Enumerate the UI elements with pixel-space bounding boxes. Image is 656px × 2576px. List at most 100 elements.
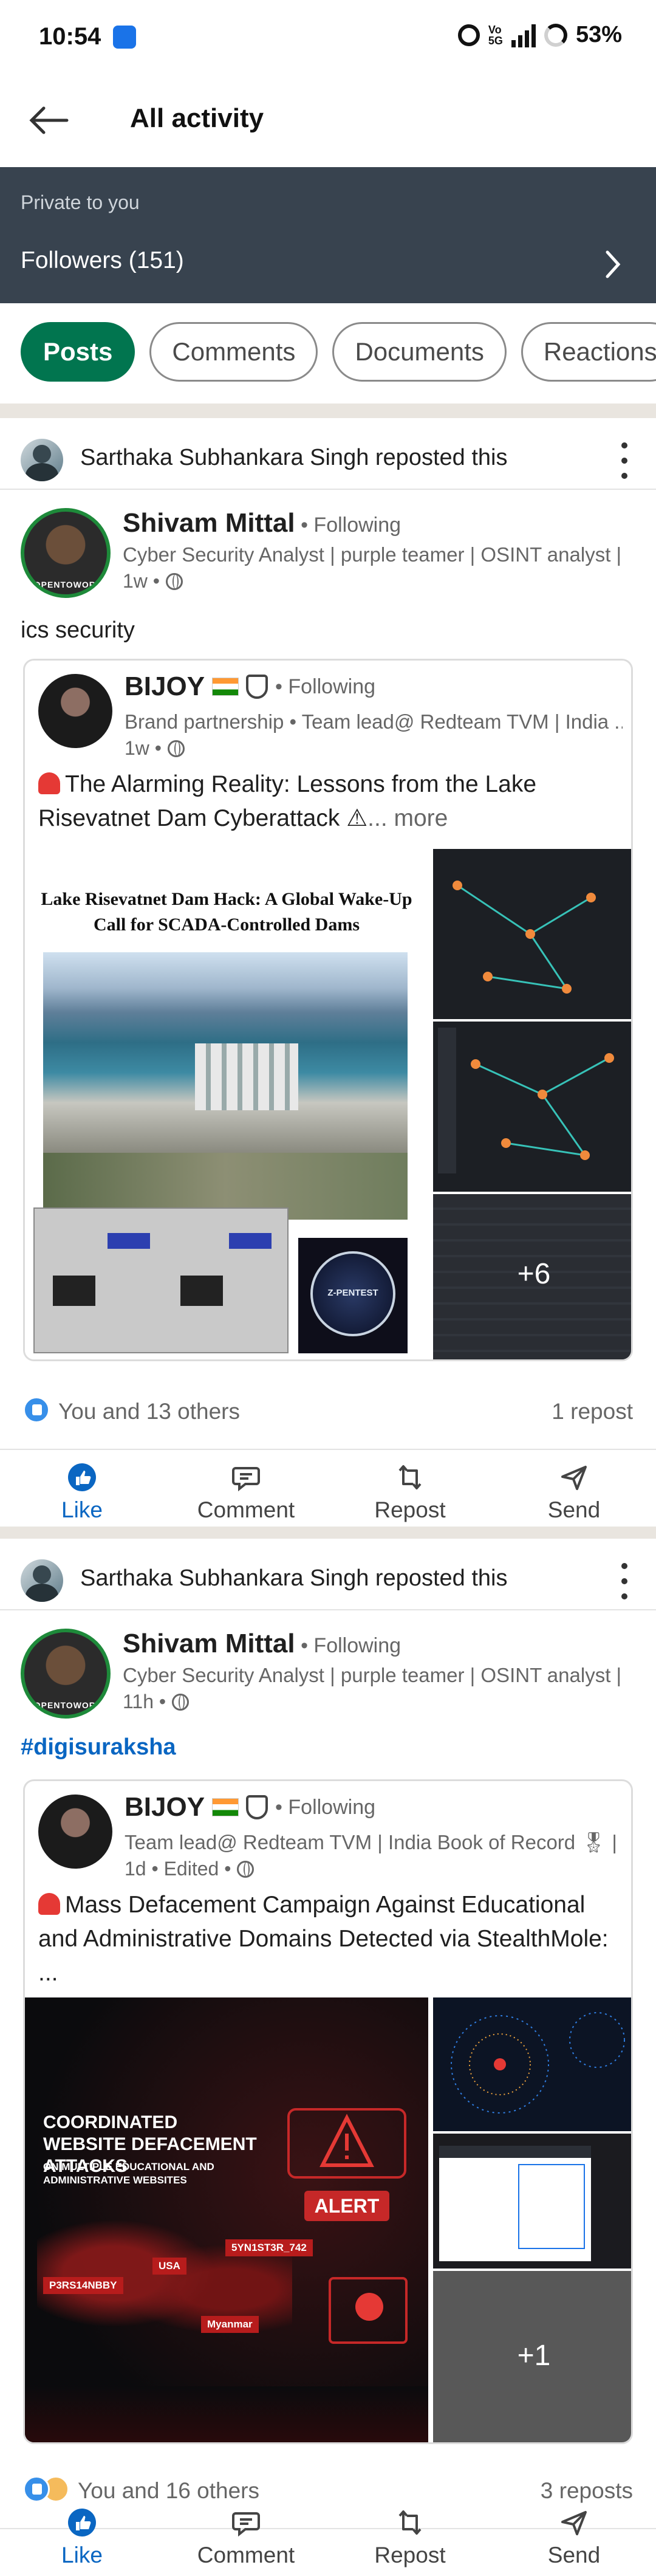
feed-post: Sarthaka Subhankara Singh reposted this … [0,1539,656,2576]
repost-header: Sarthaka Subhankara Singh reposted this [0,1539,656,1610]
thumbs-up-icon [68,2509,96,2537]
shared-follow-status: • Following [275,1795,376,1819]
dam-spillway [195,1043,298,1110]
like-button[interactable]: Like [0,1451,164,1530]
media-thumb-1[interactable] [433,1997,631,2131]
more-media-count: +6 [517,1258,551,1290]
reposter-avatar[interactable] [21,1559,63,1602]
filter-chips: Posts Comments Documents Reactions [21,322,656,382]
shared-author-headline: Team lead@ Redteam TVM | India Book of R… [125,1831,623,1853]
shared-author-name-text: BIJOY [125,671,205,701]
network-5g-label: 5G [488,34,503,47]
repost-label: Repost [374,2543,446,2567]
author-avatar[interactable]: #OPENTOWORK [21,1629,111,1719]
verified-shield-icon [246,1795,268,1819]
siren-icon [38,772,60,794]
comment-icon [232,2512,260,2537]
reposter-avatar[interactable] [21,439,63,481]
india-flag-icon [212,678,239,696]
status-icons: Vo 5G 53% [457,22,622,48]
post-time-text: 1w • [123,570,160,592]
skull-shape [355,2293,383,2321]
comment-icon [232,1467,260,1492]
siren-icon [38,1893,60,1915]
section-divider [0,1527,656,1539]
shared-post-time: 1w • [125,737,185,760]
globe-icon [237,1860,255,1878]
map-label-1: 5YN1ST3R_742 [225,2239,313,2256]
repost-text: Sarthaka Subhankara Singh reposted this [80,445,508,470]
send-button[interactable]: Send [492,2496,656,2575]
shared-post-text-body: Mass Defacement Campaign Against Educati… [38,1892,609,1986]
send-label: Send [547,2543,601,2567]
like-reaction-icon [23,1396,50,1423]
like-button[interactable]: Like [0,2496,164,2575]
shared-author-avatar[interactable] [38,674,112,748]
scada-pump-1 [53,1276,95,1306]
post-time-text: 11h • [123,1691,166,1712]
z-pentest-logo: Z-PENTEST [298,1238,408,1353]
repost-button[interactable]: Repost [328,1451,492,1530]
media-thumb-more[interactable]: +6 [433,1194,631,1359]
scada-panel-2 [229,1233,272,1249]
media-thumb-1[interactable] [433,849,631,1019]
india-flag-icon [212,1798,239,1816]
alert-badge: ALERT [304,2191,389,2221]
media-thumb-2[interactable] [433,2134,631,2269]
shared-post-card[interactable]: BIJOY • Following Team lead@ Redteam TVM… [23,1779,633,2444]
shared-post-time-text: 1d • Edited • [125,1858,231,1880]
filter-chip-reactions[interactable]: Reactions [521,322,656,382]
screenshot-window [439,2146,591,2261]
more-options-icon[interactable] [617,442,632,479]
see-more-link[interactable]: ... more [367,805,448,831]
shared-post-time: 1d • Edited • [125,1858,255,1880]
feed-post: Sarthaka Subhankara Singh reposted this … [0,418,656,1537]
media-thumb-more[interactable]: +1 [433,2271,631,2442]
shared-author-name[interactable]: BIJOY • Following [125,671,375,702]
map-label-4: Myanmar [201,2316,259,2333]
scada-pump-2 [180,1276,223,1306]
map-label-3: P3RS14NBBY [43,2277,123,2294]
repost-text: Sarthaka Subhankara Singh reposted this [80,1565,508,1591]
repost-button[interactable]: Repost [328,2496,492,2575]
more-options-icon[interactable] [617,1563,632,1599]
reaction-count[interactable]: You and 13 others [58,1399,240,1424]
repost-count[interactable]: 1 repost [552,1399,633,1424]
follow-status: • Following [295,513,401,537]
shared-post-card[interactable]: BIJOY • Following Brand partnership • Te… [23,659,633,1361]
shared-author-name-text: BIJOY [125,1792,205,1822]
post-time: 1w • [123,570,183,592]
shared-author-avatar[interactable] [38,1795,112,1869]
battery-percent: 53% [575,22,622,47]
media-main-image[interactable]: COORDINATED WEBSITE DEFACEMENT ATTACKS O… [25,1997,428,2442]
back-button[interactable] [24,96,73,145]
repost-icon [398,2510,422,2535]
globe-icon [168,740,185,757]
reaction-icons[interactable] [23,1396,50,1423]
window-panel [518,2164,585,2249]
author-avatar[interactable]: #OPENTOWORK [21,508,111,598]
comment-button[interactable]: Comment [164,1451,328,1530]
media-grid: Lake Risevatnet Dam Hack: A Global Wake-… [25,849,631,1359]
status-time: 10:54 [39,23,101,50]
author-name[interactable]: Shivam Mittal • Following [123,508,401,538]
image-headline: Lake Risevatnet Dam Hack: A Global Wake-… [41,889,412,935]
more-media-count: +1 [517,2340,551,2372]
followers-row[interactable]: Followers (151) [0,234,656,295]
shared-follow-status: • Following [275,675,376,698]
filter-chip-documents[interactable]: Documents [332,322,507,382]
shared-author-name[interactable]: BIJOY • Following [125,1792,375,1822]
author-name[interactable]: Shivam Mittal • Following [123,1629,401,1659]
hashtag-link[interactable]: #digisuraksha [21,1734,176,1760]
media-main-image[interactable]: Lake Risevatnet Dam Hack: A Global Wake-… [25,849,428,1359]
comment-button[interactable]: Comment [164,2496,328,2575]
send-button[interactable]: Send [492,1451,656,1530]
action-bar: Like Comment Repost Send [0,2496,656,2575]
filter-chip-comments[interactable]: Comments [149,322,318,382]
like-label: Like [61,1497,103,1522]
shared-author-headline: Brand partnership • Team lead@ Redteam T… [125,710,623,733]
arrow-left-icon [29,106,69,134]
window-titlebar [439,2146,591,2158]
media-thumb-2[interactable] [433,1022,631,1192]
filter-chip-posts[interactable]: Posts [21,322,135,382]
